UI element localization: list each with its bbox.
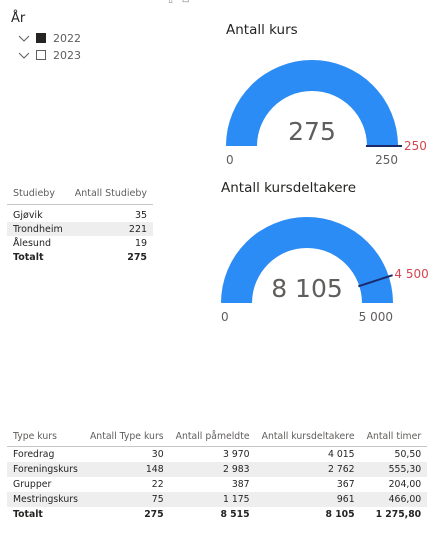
gauge-min-label: 0 — [226, 153, 234, 167]
cell-city: Ålesund — [13, 237, 52, 249]
gauge-target-label: 4 500 — [394, 267, 428, 281]
total-value: 8 515 — [220, 509, 250, 520]
cell-count: 35 — [134, 209, 148, 221]
slicer-item-label: 2023 — [53, 48, 81, 62]
cell-value: 22 — [151, 479, 164, 490]
cell-value: 2 762 — [255, 462, 361, 477]
total-label: Totalt — [13, 251, 44, 263]
column-header-studieby[interactable]: Studieby — [7, 182, 69, 205]
cell-value: 75 — [83, 492, 170, 507]
gauge-value-label: 8 105 — [271, 274, 343, 303]
slicer-item-2023[interactable]: 2023 — [18, 47, 81, 63]
slicer-item-2022[interactable]: 2022 — [18, 30, 81, 46]
cell-value: 50,50 — [394, 449, 422, 460]
cell-value: 30 — [151, 449, 164, 460]
column-header-antall-pameldte[interactable]: Antall påmeldte — [169, 426, 256, 447]
gauge-antall-kurs: 275 0 250 250 — [226, 60, 427, 167]
cell-type-kurs: Grupper — [13, 479, 52, 490]
slicer-item-label: 2022 — [53, 31, 81, 45]
checkbox-2023[interactable] — [36, 50, 46, 60]
studieby-table: Studieby Antall Studieby Gjøvik 35 Trond… — [7, 182, 154, 264]
table-total-row: Totalt 275 — [7, 250, 153, 264]
total-value: 1 275,80 — [375, 509, 422, 520]
table-row: Ålesund 19 — [7, 236, 153, 250]
gauge-target-label: 250 — [404, 139, 427, 153]
cell-value: 3 970 — [222, 449, 250, 460]
table-total-row: Totalt 275 8 515 8 105 1 275,80 — [7, 507, 427, 522]
cell-value: 961 — [255, 492, 361, 507]
cell-count: 221 — [68, 222, 154, 236]
cell-value: 4 015 — [327, 449, 355, 460]
gauge-title-kursdeltakere: Antall kursdeltakere — [221, 180, 357, 196]
chevron-down-icon[interactable] — [18, 33, 30, 43]
column-header-antall-kursdeltakere[interactable]: Antall kursdeltakere — [255, 426, 361, 447]
gauge-max-label: 5 000 — [359, 310, 393, 324]
chevron-down-icon[interactable] — [18, 50, 30, 60]
cell-value: 2 983 — [169, 462, 256, 477]
cell-type-kurs: Foredrag — [13, 449, 55, 460]
table-row: Mestringskurs 75 1 175 961 466,00 — [7, 492, 428, 507]
cell-city: Trondheim — [7, 222, 69, 236]
cell-type-kurs: Mestringskurs — [7, 492, 84, 507]
gauge-antall-kursdeltakere: 8 105 0 5 000 4 500 — [221, 217, 429, 324]
total-count: 275 — [127, 251, 148, 263]
slicer-title: År — [11, 11, 26, 26]
cell-value: 204,00 — [388, 479, 422, 490]
column-header-antall-timer[interactable]: Antall timer — [360, 426, 428, 447]
cell-value: 387 — [231, 479, 250, 490]
cell-count: 19 — [134, 237, 148, 249]
type-kurs-table-body: Foredrag 30 3 970 4 015 50,50 Foreningskurs 14… — [7, 447, 428, 523]
gauge-min-label: 0 — [221, 310, 229, 324]
gauge-title-kurs: Antall kurs — [226, 22, 298, 38]
visual-header-icons[interactable]: ▯ ⊡ ⋯ — [168, 0, 210, 5]
gauge-value-label: 275 — [288, 117, 336, 146]
table-row: Foredrag 30 3 970 4 015 50,50 — [7, 447, 427, 463]
cell-value: 466,00 — [360, 492, 428, 507]
table-row: Foreningskurs 148 2 983 2 762 555,30 — [7, 462, 428, 477]
table-row: Gjøvik 35 — [7, 205, 153, 223]
type-kurs-table: Type kurs Antall Type kurs Antall påmeld… — [7, 426, 428, 523]
total-value: 275 — [144, 509, 164, 520]
column-header-type-kurs[interactable]: Type kurs — [7, 426, 84, 447]
column-header-antall-type-kurs[interactable]: Antall Type kurs — [83, 426, 170, 447]
cell-value: 1 175 — [169, 492, 256, 507]
cell-city: Gjøvik — [13, 209, 43, 221]
checkbox-2022[interactable] — [36, 33, 46, 43]
total-value: 8 105 — [325, 509, 355, 520]
total-label: Totalt — [13, 509, 43, 520]
cell-value: 148 — [83, 462, 170, 477]
cell-value: 367 — [336, 479, 355, 490]
table-row: Trondheim 221 — [7, 222, 154, 236]
column-header-antall-studieby[interactable]: Antall Studieby — [68, 182, 154, 205]
table-row: Grupper 22 387 367 204,00 — [7, 477, 427, 492]
cell-type-kurs: Foreningskurs — [7, 462, 84, 477]
gauge-max-label: 250 — [375, 153, 398, 167]
cell-value: 555,30 — [360, 462, 428, 477]
